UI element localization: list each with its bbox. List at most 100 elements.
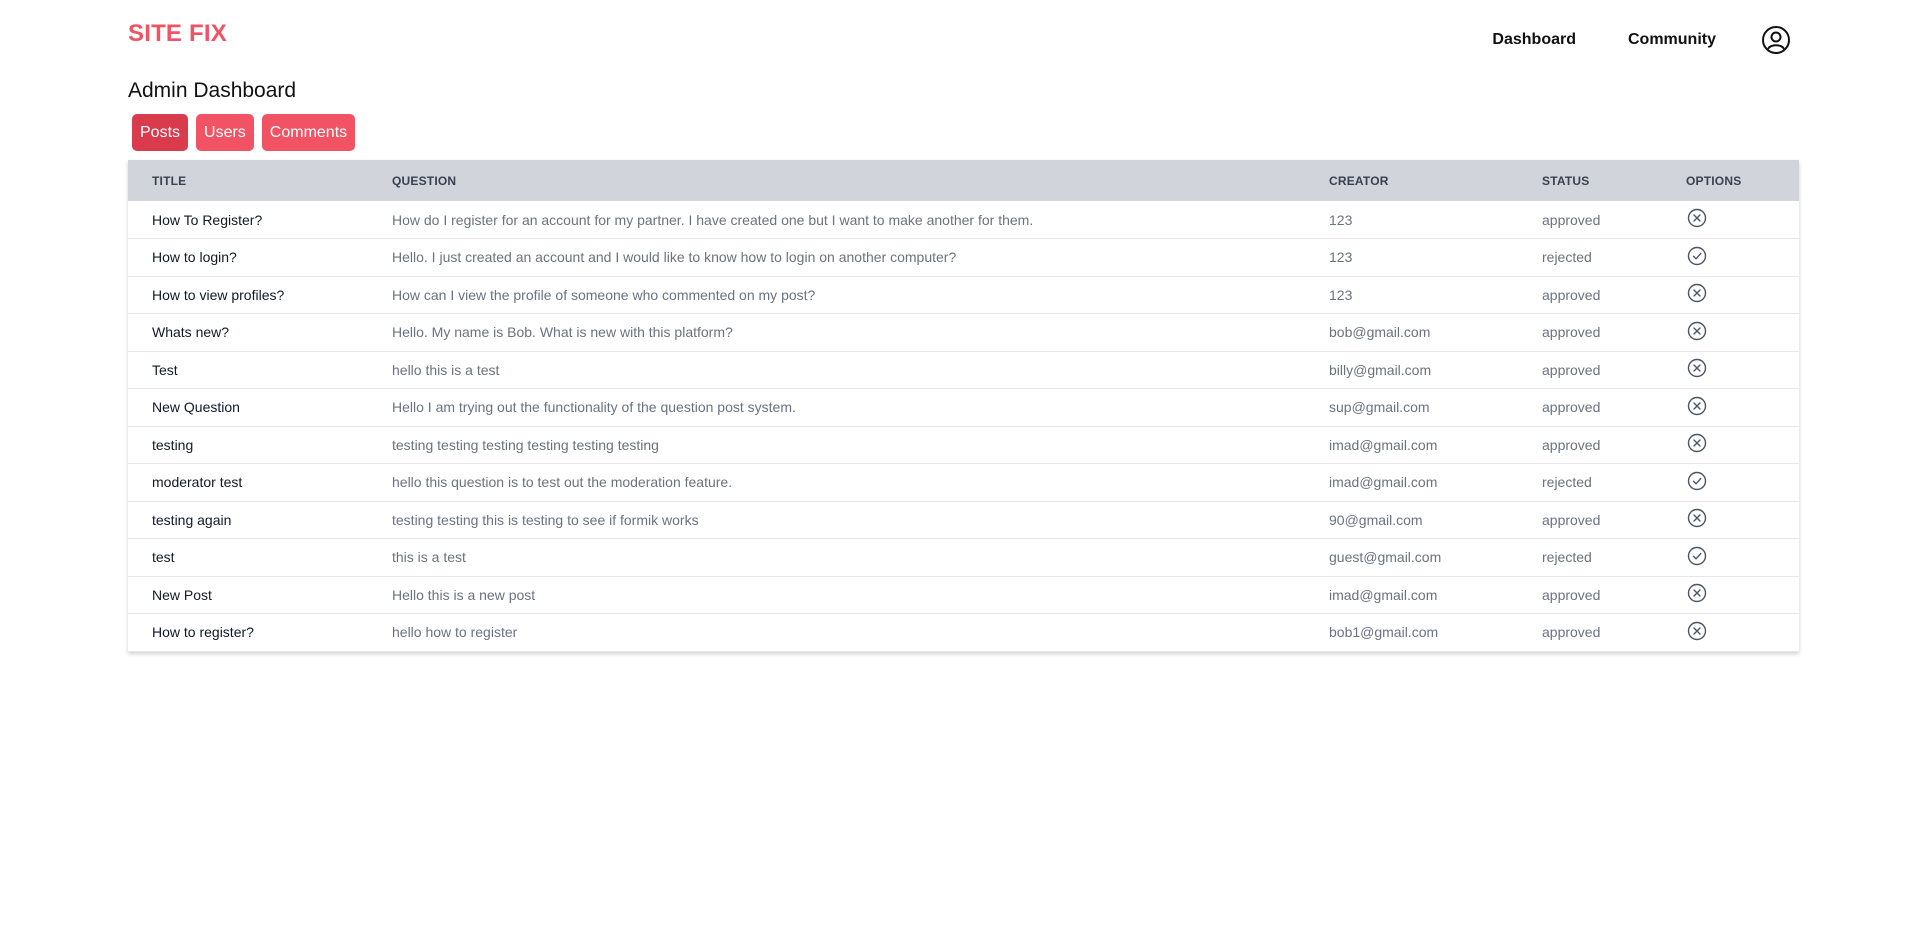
- check-circle-icon: [1687, 471, 1707, 491]
- cell-question: hello this question is to test out the m…: [392, 474, 733, 491]
- cell-status: approved: [1542, 286, 1601, 303]
- cell-status: approved: [1542, 624, 1601, 641]
- cell-title: How to register?: [152, 624, 254, 641]
- posts-table: TITLE QUESTION CREATOR STATUS OPTIONS Ho…: [128, 160, 1799, 652]
- cell-options: [1662, 239, 1799, 277]
- reject-button[interactable]: [1686, 282, 1708, 304]
- table-row: test this is a test guest@gmail.com rejecte…: [128, 538, 1799, 576]
- cell-options: [1662, 314, 1799, 352]
- reject-button[interactable]: [1686, 582, 1708, 604]
- cell-creator: 123: [1329, 286, 1353, 303]
- table-body: How To Register? How do I register for an…: [128, 201, 1799, 651]
- cell-creator: 90@gmail.com: [1329, 511, 1423, 528]
- table-header-row: TITLE QUESTION CREATOR STATUS OPTIONS: [128, 160, 1799, 201]
- cell-status: rejected: [1542, 249, 1592, 266]
- cell-question: hello how to register: [392, 624, 518, 641]
- check-circle-icon: [1687, 546, 1707, 566]
- cell-creator: 123: [1329, 249, 1353, 266]
- reject-button[interactable]: [1686, 620, 1708, 642]
- table-row: How to view profiles? How can I view the …: [128, 276, 1799, 314]
- approve-button[interactable]: [1686, 245, 1708, 267]
- table-row: How To Register? How do I register for an…: [128, 201, 1799, 239]
- reject-button[interactable]: [1686, 395, 1708, 417]
- user-circle-icon: [1762, 26, 1790, 54]
- table-row: testing testing testing testing testing t…: [128, 426, 1799, 464]
- cell-options: [1662, 501, 1799, 539]
- nav-community-link[interactable]: Community: [1628, 20, 1716, 60]
- x-circle-icon: [1687, 358, 1707, 378]
- cell-status: approved: [1542, 399, 1601, 416]
- user-profile-button[interactable]: [1760, 24, 1792, 56]
- cell-status: approved: [1542, 361, 1601, 378]
- x-circle-icon: [1687, 621, 1707, 641]
- cell-question: Hello this is a new post: [392, 586, 536, 603]
- cell-question: Hello I am trying out the functionality …: [392, 399, 796, 416]
- approve-button[interactable]: [1686, 545, 1708, 567]
- header-options: OPTIONS: [1686, 173, 1742, 188]
- cell-options: [1662, 351, 1799, 389]
- page: SITE FIX Dashboard Community Admin Dashb…: [0, 0, 1920, 938]
- cell-question: How can I view the profile of someone wh…: [392, 286, 816, 303]
- cell-title: New Post: [152, 586, 212, 603]
- cell-title: testing: [152, 436, 194, 453]
- tab-posts[interactable]: Posts: [132, 114, 189, 151]
- reject-button[interactable]: [1686, 432, 1708, 454]
- cell-title: New Question: [152, 399, 240, 416]
- table-row: How to register? hello how to register bob…: [128, 613, 1799, 651]
- reject-button[interactable]: [1686, 357, 1708, 379]
- posts-table-container: TITLE QUESTION CREATOR STATUS OPTIONS Ho…: [128, 160, 1799, 652]
- table-row: New Post Hello this is a new post imad@gma…: [128, 576, 1799, 614]
- tab-comments[interactable]: Comments: [261, 114, 356, 151]
- x-circle-icon: [1687, 508, 1707, 528]
- dashboard-tabs: Posts Users Comments: [132, 114, 356, 151]
- x-circle-icon: [1687, 321, 1707, 341]
- reject-button[interactable]: [1686, 320, 1708, 342]
- cell-options: [1662, 201, 1799, 239]
- reject-button[interactable]: [1686, 207, 1708, 229]
- table-row: New Question Hello I am trying out the fu…: [128, 388, 1799, 426]
- cell-title: Whats new?: [152, 324, 230, 341]
- cell-title: Test: [152, 361, 178, 378]
- cell-question: Hello. I just created an account and I w…: [392, 249, 957, 266]
- cell-title: testing again: [152, 511, 232, 528]
- x-circle-icon: [1687, 208, 1707, 228]
- cell-creator: imad@gmail.com: [1329, 474, 1438, 491]
- brand-logo[interactable]: SITE FIX: [128, 20, 227, 48]
- reject-button[interactable]: [1686, 507, 1708, 529]
- nav-links: Dashboard Community: [1492, 20, 1792, 60]
- cell-creator: imad@gmail.com: [1329, 586, 1438, 603]
- nav-dashboard-link[interactable]: Dashboard: [1492, 20, 1576, 60]
- approve-button[interactable]: [1686, 470, 1708, 492]
- cell-creator: bob@gmail.com: [1329, 324, 1431, 341]
- cell-status: approved: [1542, 436, 1601, 453]
- table-row: testing again testing testing this is tes…: [128, 501, 1799, 539]
- cell-status: approved: [1542, 211, 1601, 228]
- cell-question: How do I register for an account for my …: [392, 211, 1034, 228]
- cell-creator: 123: [1329, 211, 1353, 228]
- header-creator: CREATOR: [1329, 173, 1389, 188]
- cell-options: [1662, 576, 1799, 614]
- cell-creator: billy@gmail.com: [1329, 361, 1432, 378]
- cell-creator: sup@gmail.com: [1329, 399, 1430, 416]
- cell-options: [1662, 464, 1799, 502]
- cell-title: How To Register?: [152, 211, 263, 228]
- cell-question: Hello. My name is Bob. What is new with …: [392, 324, 733, 341]
- header-status: STATUS: [1542, 173, 1590, 188]
- cell-question: testing testing this is testing to see i…: [392, 511, 699, 528]
- top-nav: SITE FIX Dashboard Community: [128, 20, 1792, 60]
- table-row: Test hello this is a test billy@gmail.com a…: [128, 351, 1799, 389]
- cell-options: [1662, 426, 1799, 464]
- table-row: moderator test hello this question is to …: [128, 463, 1799, 502]
- check-circle-icon: [1687, 246, 1707, 266]
- cell-creator: guest@gmail.com: [1329, 549, 1442, 566]
- cell-title: How to login?: [152, 249, 237, 266]
- cell-title: test: [152, 549, 175, 566]
- page-title: Admin Dashboard: [128, 79, 297, 102]
- x-circle-icon: [1687, 583, 1707, 603]
- header-question: QUESTION: [392, 173, 457, 188]
- cell-status: approved: [1542, 586, 1601, 603]
- tab-users[interactable]: Users: [196, 114, 254, 151]
- cell-status: rejected: [1542, 549, 1592, 566]
- cell-status: approved: [1542, 511, 1601, 528]
- cell-creator: bob1@gmail.com: [1329, 624, 1439, 641]
